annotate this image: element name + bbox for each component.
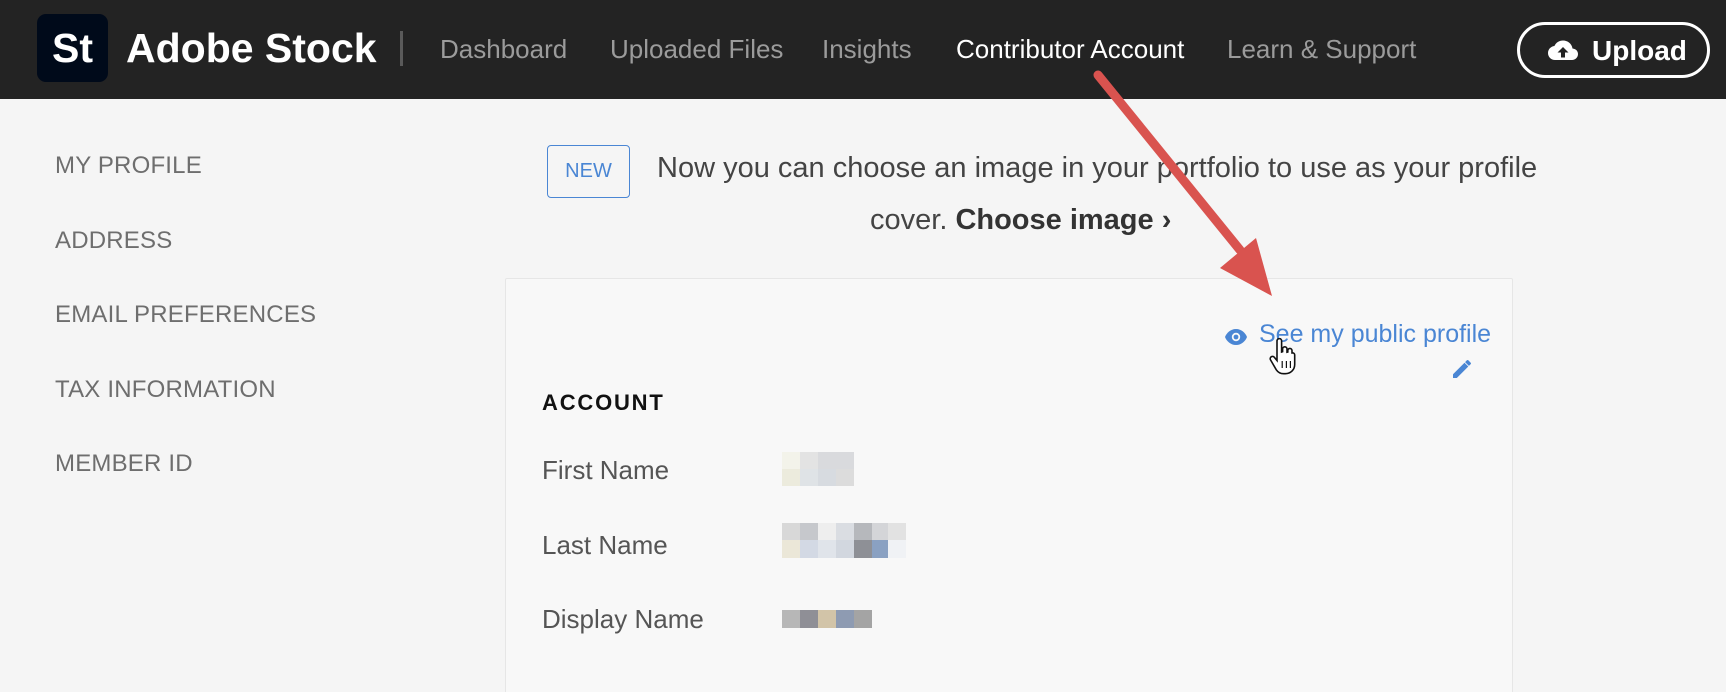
- header-divider: [400, 31, 403, 66]
- first-name-label: First Name: [542, 455, 670, 485]
- banner-text: Now you can choose an image in your port…: [657, 152, 1538, 184]
- banner-text-prefix: cover.: [870, 204, 948, 236]
- choose-image-link[interactable]: Choose image ›: [955, 204, 1171, 236]
- upload-button[interactable]: Upload: [1517, 22, 1710, 78]
- logo-text: St: [52, 25, 93, 71]
- nav-insights[interactable]: Insights: [822, 32, 912, 66]
- display-name-label: Display Name: [542, 604, 704, 634]
- banner-text-line2: cover. Choose image ›: [870, 204, 1171, 237]
- cloud-upload-icon: [1548, 40, 1578, 60]
- last-name-label: Last Name: [542, 530, 668, 560]
- upload-label: Upload: [1592, 35, 1687, 66]
- nav-learn-support[interactable]: Learn & Support: [1227, 32, 1416, 66]
- new-badge: NEW: [547, 145, 630, 198]
- display-name-value-redacted: [782, 610, 872, 628]
- pencil-icon[interactable]: [1450, 357, 1474, 381]
- eye-icon: [1225, 329, 1247, 345]
- sidebar-item-member-id[interactable]: MEMBER ID: [55, 450, 193, 478]
- first-name-value-redacted: [782, 452, 854, 486]
- nav-uploaded-files[interactable]: Uploaded Files: [610, 32, 783, 66]
- last-name-value-redacted: [782, 523, 906, 558]
- adobe-stock-logo[interactable]: St: [37, 14, 108, 82]
- top-bar: St Adobe Stock Dashboard Uploaded Files …: [0, 0, 1726, 99]
- account-section-title: ACCOUNT: [542, 390, 665, 415]
- choose-image-label: Choose image: [955, 204, 1154, 236]
- sidebar-item-email-preferences[interactable]: EMAIL PREFERENCES: [55, 301, 316, 329]
- sidebar-item-my-profile[interactable]: MY PROFILE: [55, 152, 202, 180]
- nav-contributor-account[interactable]: Contributor Account: [956, 32, 1184, 66]
- hand-cursor-icon: [1269, 338, 1296, 375]
- chevron-right-icon: ›: [1161, 204, 1172, 236]
- nav-dashboard[interactable]: Dashboard: [440, 32, 567, 66]
- sidebar-item-tax-information[interactable]: TAX INFORMATION: [55, 376, 276, 404]
- brand-name[interactable]: Adobe Stock: [126, 20, 377, 76]
- sidebar-item-address[interactable]: ADDRESS: [55, 227, 172, 255]
